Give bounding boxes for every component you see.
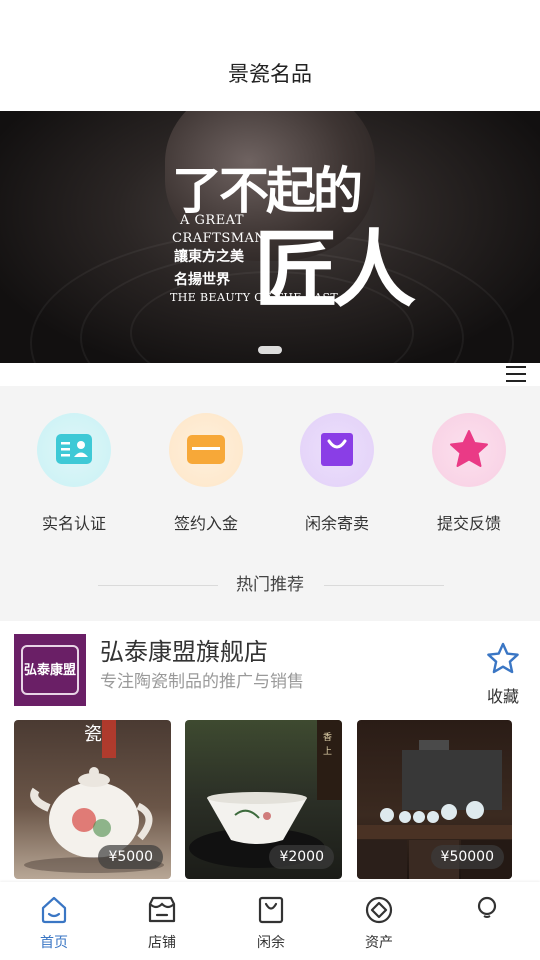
divider [324, 585, 444, 586]
tab-assets[interactable]: 资产 [339, 894, 419, 952]
bag-icon [258, 896, 284, 924]
product-card[interactable]: 瓷 ¥5000 [14, 720, 171, 879]
product-price: ¥2000 [269, 845, 334, 869]
tab-label: 资产 [365, 935, 393, 951]
favorite-label: 收藏 [486, 687, 519, 706]
banner-slogan-cn1: 讓東方之美 [174, 249, 244, 265]
svg-text:香: 香 [323, 732, 332, 743]
section-title: 热门推荐 [236, 575, 304, 595]
favorite-button[interactable]: 收藏 [478, 641, 528, 707]
star-outline-icon [487, 642, 519, 674]
svg-text:上: 上 [323, 746, 332, 757]
product-price: ¥50000 [430, 845, 504, 869]
banner-slogan-en1: A GREAT [180, 213, 245, 228]
banner-slogan-cn2: 名揚世界 [174, 272, 230, 288]
store-icon [148, 896, 176, 923]
tab-label: 首页 [40, 935, 68, 951]
tab-label: 闲余 [257, 935, 285, 951]
tab-label: 店铺 [148, 935, 176, 951]
tab-store[interactable]: 店铺 [122, 894, 202, 952]
quick-action-verify[interactable]: 实名认证 [14, 413, 134, 534]
menu-icon[interactable] [506, 366, 526, 382]
shopping-bag-icon [300, 413, 374, 487]
product-price: ¥5000 [98, 845, 163, 869]
product-card[interactable]: 香 上 ¥2000 [185, 720, 342, 879]
tab-spare[interactable]: 闲余 [231, 894, 311, 952]
quick-action-label: 实名认证 [41, 514, 106, 533]
quick-action-label: 闲余寄卖 [304, 514, 369, 533]
quick-action-sign[interactable]: 签约入金 [146, 413, 266, 534]
tab-home[interactable]: 首页 [14, 894, 94, 952]
svg-text:瓷: 瓷 [84, 724, 102, 745]
app-header: 景瓷名品 [0, 0, 540, 110]
banner-carousel[interactable]: 了不起的 A GREAT CRAFTSMAN 匠人 讓東方之美 名揚世界 THE… [0, 111, 540, 363]
section-header: 热门推荐 [0, 570, 540, 595]
product-card[interactable]: ¥50000 [357, 720, 512, 879]
store-description: 专注陶瓷制品的推广与销售 [100, 672, 304, 692]
quick-action-feedback[interactable]: 提交反馈 [409, 413, 529, 534]
page-title: 景瓷名品 [228, 62, 312, 86]
card-icon [169, 413, 243, 487]
quick-action-consign[interactable]: 闲余寄卖 [277, 413, 397, 534]
carousel-indicator[interactable] [258, 346, 282, 354]
banner-slogan-big: 匠人 [254, 220, 416, 319]
quick-action-label: 签约入金 [173, 514, 238, 533]
profile-icon [477, 896, 497, 918]
bottom-tab-bar: 首页 店铺 闲余 资产 [0, 882, 540, 960]
tab-profile[interactable] [447, 894, 527, 932]
star-icon [432, 413, 506, 487]
home-icon [41, 896, 67, 924]
asset-icon [365, 896, 393, 924]
quick-action-label: 提交反馈 [436, 514, 501, 533]
store-logo-text: 弘泰康盟 [21, 645, 79, 695]
store-name[interactable]: 弘泰康盟旗舰店 [100, 632, 268, 667]
divider [98, 585, 218, 586]
id-card-icon [37, 413, 111, 487]
store-logo[interactable]: 弘泰康盟 [14, 634, 86, 706]
banner-slogan-en2: CRAFTSMAN [172, 231, 267, 246]
banner-slogan-en3: THE BEAUTY OF THE EAST [170, 291, 339, 304]
